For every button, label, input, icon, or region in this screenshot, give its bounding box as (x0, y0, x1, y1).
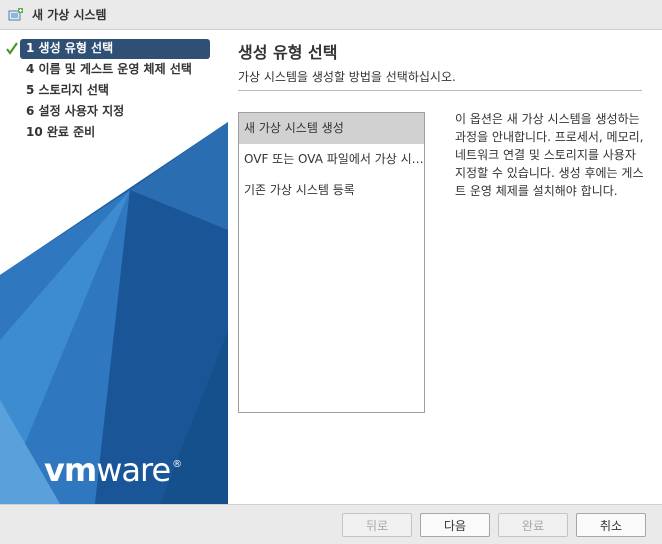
finish-button[interactable]: 완료 (498, 513, 568, 537)
step-name-and-guest-os[interactable]: 4 이름 및 게스트 운영 체제 선택 (0, 59, 228, 80)
step-label: 5 스토리지 선택 (26, 83, 109, 97)
window-title: 새 가상 시스템 (32, 8, 107, 22)
wizard-footer: 뒤로 다음 완료 취소 (0, 504, 662, 544)
step-label: 10 완료 준비 (26, 125, 96, 139)
back-button[interactable]: 뒤로 (342, 513, 412, 537)
next-button[interactable]: 다음 (420, 513, 490, 537)
option-create-new-vm[interactable]: 새 가상 시스템 생성 (239, 113, 424, 144)
title-bar: 새 가상 시스템 (0, 0, 662, 30)
step-label: 6 설정 사용자 지정 (26, 104, 125, 118)
page-subtitle: 가상 시스템을 생성할 방법을 선택하십시오. (238, 70, 456, 84)
step-ready-to-complete[interactable]: 10 완료 준비 (0, 122, 228, 143)
wizard-steps: 1 생성 유형 선택 4 이름 및 게스트 운영 체제 선택 5 스토리지 선택… (0, 38, 228, 143)
step-customize-settings[interactable]: 6 설정 사용자 지정 (0, 101, 228, 122)
step-label: 1 생성 유형 선택 (26, 41, 114, 55)
option-deploy-from-ovf-ova[interactable]: OVF 또는 OVA 파일에서 가상 시스템 배포 (239, 144, 424, 175)
page-title: 생성 유형 선택 (238, 43, 338, 62)
creation-type-list[interactable]: 새 가상 시스템 생성 OVF 또는 OVA 파일에서 가상 시스템 배포 기존… (238, 112, 425, 413)
step-select-creation-type[interactable]: 1 생성 유형 선택 (0, 38, 228, 59)
vmware-logo: vmware ® (44, 451, 182, 489)
new-vm-icon (8, 7, 24, 23)
cancel-button[interactable]: 취소 (576, 513, 646, 537)
divider (238, 90, 642, 91)
wizard-sidebar: 1 생성 유형 선택 4 이름 및 게스트 운영 체제 선택 5 스토리지 선택… (0, 30, 228, 504)
option-register-existing-vm[interactable]: 기존 가상 시스템 등록 (239, 175, 424, 206)
main-panel: 생성 유형 선택 가상 시스템을 생성할 방법을 선택하십시오. 새 가상 시스… (228, 30, 662, 504)
option-description: 이 옵션은 새 가상 시스템을 생성하는 과정을 안내합니다. 프로세서, 메모… (455, 112, 644, 198)
step-select-storage[interactable]: 5 스토리지 선택 (0, 80, 228, 101)
check-icon (5, 38, 19, 59)
step-label: 4 이름 및 게스트 운영 체제 선택 (26, 62, 192, 76)
